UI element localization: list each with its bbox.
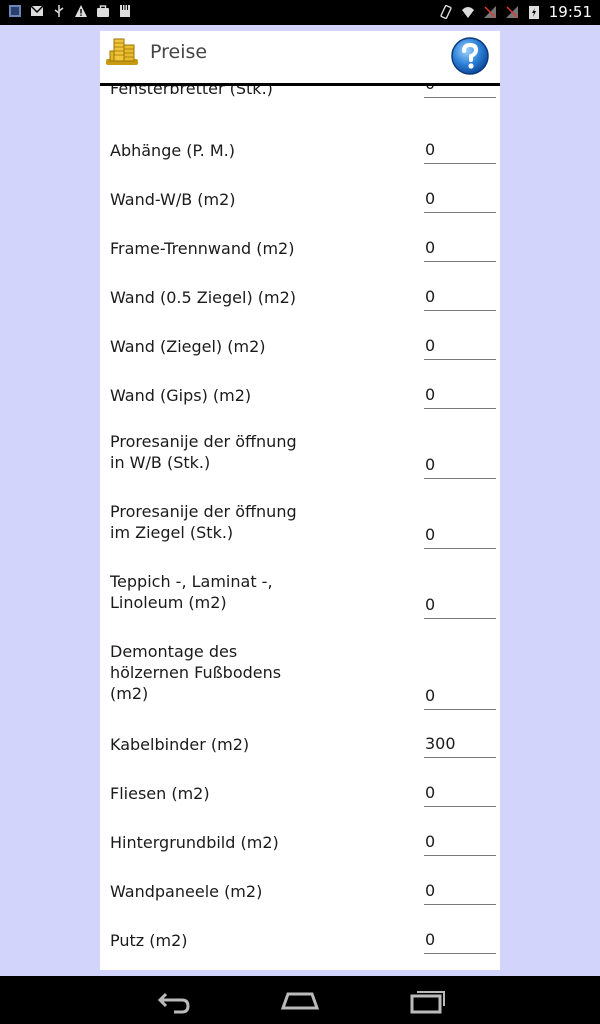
row-label: Demontage des hölzernen Fußbodens (m2) [110,642,282,703]
back-icon[interactable] [152,986,192,1014]
coins-icon [106,38,138,65]
row-label: Wand (Ziegel) (m2) [110,337,266,356]
row-label: Proresanije der öffnung in W/B (Stk.) [110,432,297,472]
list-item: Kabelbinder (m2) 300 [100,732,500,758]
row-label: Wandpaneele (m2) [110,882,263,901]
row-label: Fensterbretter (Stk.) [110,86,273,98]
status-bar: 19:51 [0,0,600,25]
list-item: Fliesen (m2) 0 [100,781,500,807]
row-label: Kabelbinder (m2) [110,735,250,754]
list-item: Wandpaneele (m2) 0 [100,879,500,905]
row-label: Wand (0.5 Ziegel) (m2) [110,288,297,307]
price-input[interactable]: 0 [424,334,496,360]
prices-dialog: Preise Fensterbretter (Stk.) 0 Abhänge (… [100,31,500,970]
navigation-bar [0,976,600,1024]
price-input[interactable]: 0 [424,523,496,549]
app-notification-icon [9,5,21,17]
battery-charging-icon [528,6,539,19]
recent-apps-icon[interactable] [408,986,448,1014]
wifi-icon [461,7,474,18]
price-input[interactable]: 0 [424,830,496,856]
price-input[interactable]: 0 [424,684,496,710]
list-item: Demontage des hölzernen Fußbodens (m2) 0 [100,641,500,711]
price-input[interactable]: 0 [424,453,496,479]
storage-icon [120,5,130,17]
list-item: Proresanije der öffnung in W/B (Stk.) 0 [100,431,500,481]
mail-icon [30,5,44,16]
row-label: Proresanije der öffnung im Ziegel (Stk.) [110,502,297,542]
list-item: Fensterbretter (Stk.) 0 [100,86,500,102]
row-label: Wand-W/B (m2) [110,190,236,209]
list-item: Wand (Ziegel) (m2) 0 [100,334,500,360]
help-icon[interactable] [450,36,490,76]
row-label: Putz (m2) [110,931,188,950]
briefcase-icon [97,5,109,17]
price-input[interactable]: 0 [424,383,496,409]
row-label: Wand (Gips) (m2) [110,386,252,405]
list-item: Wand-W/B (m2) 0 [100,187,500,213]
row-label: Fliesen (m2) [110,784,210,803]
price-input[interactable]: 0 [424,86,496,98]
row-label: Hintergrundbild (m2) [110,833,279,852]
vibrate-icon [440,5,452,19]
warning-icon [75,5,87,17]
list-item: Abhänge (P. M.) 0 [100,138,500,164]
price-input[interactable]: 0 [424,138,496,164]
signal-icon [483,6,496,18]
price-list[interactable]: Fensterbretter (Stk.) 0 Abhänge (P. M.) … [100,86,500,970]
row-label: Abhänge (P. M.) [110,141,235,160]
clock: 19:51 [548,3,592,21]
price-input[interactable]: 0 [424,236,496,262]
list-item: Wand (Gips) (m2) 0 [100,383,500,409]
list-item: Hintergrundbild (m2) 0 [100,830,500,856]
price-input[interactable]: 0 [424,593,496,619]
price-input[interactable]: 0 [424,285,496,311]
row-label: Teppich -, Laminat -, Linoleum (m2) [110,572,273,612]
price-input[interactable]: 0 [424,187,496,213]
home-icon[interactable] [280,986,320,1014]
price-input[interactable]: 0 [424,781,496,807]
price-input[interactable]: 0 [424,879,496,905]
row-label: Frame-Trennwand (m2) [110,239,295,258]
list-item: Frame-Trennwand (m2) 0 [100,236,500,262]
system-icons: 19:51 [439,3,592,21]
list-item: Wand (0.5 Ziegel) (m2) 0 [100,285,500,311]
notification-icons [8,4,132,18]
price-input[interactable]: 300 [424,732,496,758]
dialog-header: Preise [100,31,500,86]
list-item: Proresanije der öffnung im Ziegel (Stk.)… [100,501,500,551]
list-item: Putz (m2) 0 [100,928,500,954]
list-item: Teppich -, Laminat -, Linoleum (m2) 0 [100,571,500,621]
dialog-title: Preise [150,41,208,63]
price-input[interactable]: 0 [424,928,496,954]
usb-icon [54,5,64,17]
signal-2-icon [505,6,518,18]
